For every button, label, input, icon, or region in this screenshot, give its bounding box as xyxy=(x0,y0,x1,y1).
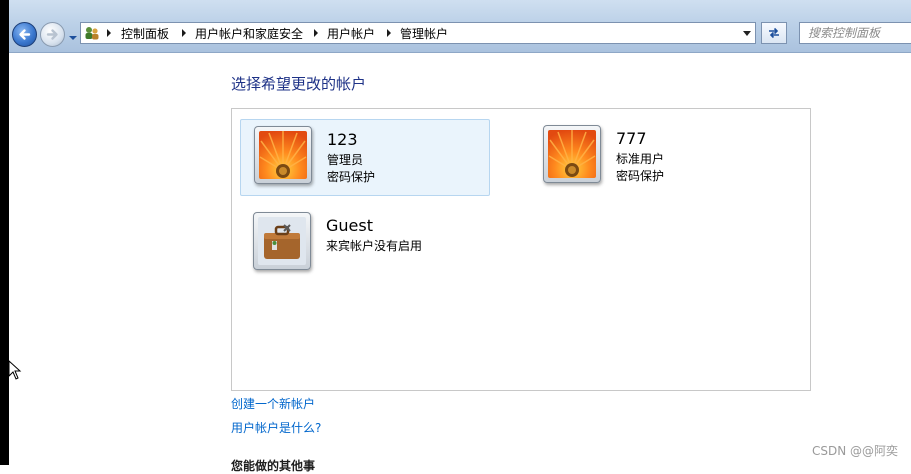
recent-pages-button[interactable] xyxy=(68,31,78,40)
avatar xyxy=(254,126,312,184)
section-heading-partial: 您能做的其他事 xyxy=(231,459,316,473)
orange-flower-icon xyxy=(548,130,596,178)
forward-button[interactable] xyxy=(40,22,65,47)
account-item-777[interactable]: 777 标准用户 密码保护 xyxy=(530,119,780,196)
account-name: 123 xyxy=(327,130,358,149)
what-is-user-account-link[interactable]: 用户帐户是什么? xyxy=(231,420,321,436)
breadcrumb-control-panel[interactable]: 控制面板 xyxy=(121,26,169,42)
arrow-left-icon xyxy=(19,29,31,40)
navigation-bar: 控制面板 用户帐户和家庭安全 用户帐户 管理帐户 xyxy=(9,0,911,53)
breadcrumb-user-accounts-family-safety[interactable]: 用户帐户和家庭安全 xyxy=(195,26,303,42)
page-title: 选择希望更改的帐户 xyxy=(231,75,367,93)
breadcrumb-separator-icon[interactable] xyxy=(314,29,318,37)
orange-flower-icon xyxy=(259,131,307,179)
avatar xyxy=(543,125,601,183)
chevron-down-icon xyxy=(69,36,77,40)
breadcrumb-separator-icon[interactable] xyxy=(107,29,111,37)
account-status: 来宾帐户没有启用 xyxy=(326,239,423,253)
account-name: Guest xyxy=(326,216,373,235)
create-account-link[interactable]: 创建一个新帐户 xyxy=(231,396,315,412)
avatar xyxy=(253,212,311,270)
breadcrumb-separator-icon[interactable] xyxy=(182,29,186,37)
mouse-cursor-icon xyxy=(8,360,22,380)
refresh-icon xyxy=(769,27,779,39)
breadcrumb-manage-accounts[interactable]: 管理帐户 xyxy=(400,26,448,42)
address-bar[interactable]: 控制面板 用户帐户和家庭安全 用户帐户 管理帐户 xyxy=(80,22,756,44)
suitcase-icon xyxy=(258,217,306,265)
account-role: 管理员 xyxy=(327,153,364,167)
account-item-guest[interactable]: Guest 来宾帐户没有启用 xyxy=(240,206,490,283)
breadcrumb-user-accounts[interactable]: 用户帐户 xyxy=(327,26,375,42)
breadcrumb-separator-icon[interactable] xyxy=(387,29,391,37)
account-status: 密码保护 xyxy=(327,170,376,184)
account-name: 777 xyxy=(616,129,647,148)
control-panel-users-icon xyxy=(84,25,100,41)
account-status: 密码保护 xyxy=(616,169,665,183)
search-input[interactable] xyxy=(800,23,911,43)
watermark: CSDN @@阿奕 xyxy=(812,444,899,458)
accounts-panel: 123 管理员 密码保护 777 标准用户 密码保护 Guest 来宾帐户没有启… xyxy=(231,108,811,391)
account-item-123[interactable]: 123 管理员 密码保护 xyxy=(240,119,490,196)
account-role: 标准用户 xyxy=(616,152,665,166)
address-history-dropdown-icon[interactable] xyxy=(743,31,751,36)
left-black-strip xyxy=(0,0,9,465)
back-button[interactable] xyxy=(12,22,37,47)
refresh-button[interactable] xyxy=(761,22,787,44)
search-box[interactable] xyxy=(799,22,911,44)
arrow-right-icon xyxy=(46,29,58,40)
